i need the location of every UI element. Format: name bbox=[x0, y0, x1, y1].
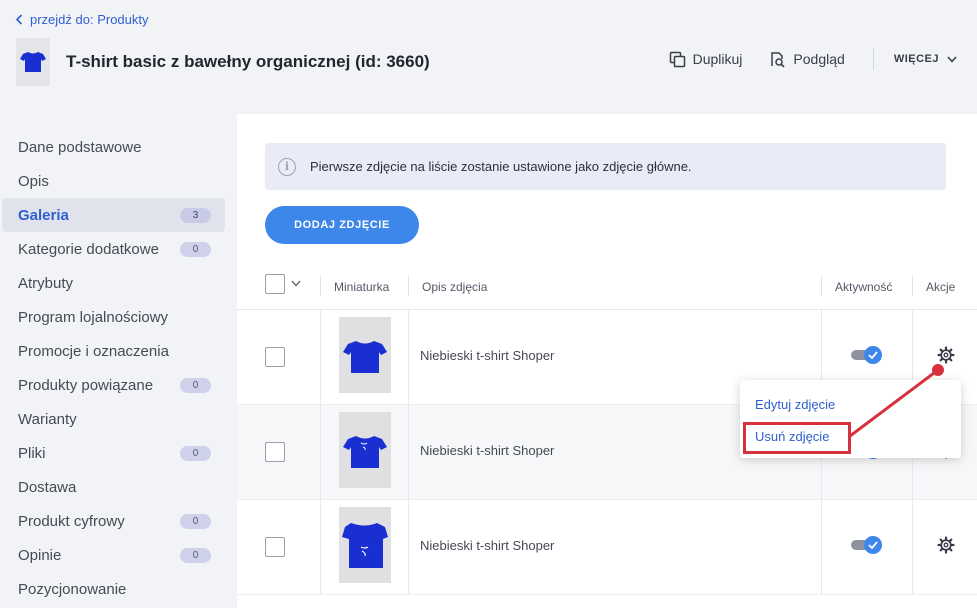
header-divider bbox=[912, 276, 913, 296]
column-description: Opis zdjęcia bbox=[422, 280, 488, 294]
sidebar-item-pliki[interactable]: Pliki 0 bbox=[2, 436, 225, 470]
column-activity: Aktywność bbox=[835, 280, 893, 294]
count-badge: 0 bbox=[180, 377, 211, 393]
chevron-down-icon bbox=[947, 56, 957, 63]
gear-icon[interactable] bbox=[937, 536, 955, 554]
more-menu-button[interactable]: WIĘCEJ bbox=[894, 53, 957, 65]
column-actions: Akcje bbox=[926, 280, 956, 294]
duplicate-icon bbox=[669, 51, 685, 67]
column-divider bbox=[320, 310, 321, 404]
photo-thumbnail[interactable] bbox=[339, 507, 391, 583]
row-checkbox[interactable] bbox=[265, 347, 285, 367]
active-toggle[interactable] bbox=[851, 346, 883, 364]
sidebar-item-kategorie-dodatkowe[interactable]: Kategorie dodatkowe 0 bbox=[2, 232, 225, 266]
sidebar-item-label: Dane podstawowe bbox=[18, 138, 142, 156]
info-text: Pierwsze zdjęcie na liście zostanie usta… bbox=[310, 159, 692, 174]
select-all-checkbox[interactable] bbox=[265, 274, 285, 294]
highlight-box bbox=[743, 422, 851, 454]
sidebar-item-promocje[interactable]: Promocje i oznaczenia bbox=[2, 334, 225, 368]
check-icon bbox=[868, 541, 878, 549]
preview-icon bbox=[771, 51, 785, 68]
sidebar-item-label: Produkty powiązane bbox=[18, 376, 154, 394]
sidebar-item-label: Pliki bbox=[18, 444, 46, 462]
edit-photo-menu-item[interactable]: Edytuj zdjęcie bbox=[755, 397, 835, 412]
sidebar-nav: Dane podstawowe Opis Galeria 3 Kategorie … bbox=[0, 130, 225, 606]
header-actions: Duplikuj Podgląd WIĘCEJ bbox=[669, 48, 957, 70]
sidebar-item-label: Kategorie dodatkowe bbox=[18, 240, 159, 258]
add-photo-button[interactable]: DODAJ ZDJĘCIE bbox=[265, 206, 419, 244]
page-title: T-shirt basic z bawełny organicznej (id:… bbox=[66, 52, 430, 71]
photo-thumbnail[interactable] bbox=[339, 412, 391, 488]
sidebar-item-label: Galeria bbox=[18, 206, 69, 224]
sidebar-item-opis[interactable]: Opis bbox=[2, 164, 225, 198]
count-badge: 0 bbox=[180, 445, 211, 461]
sidebar-item-dane-podstawowe[interactable]: Dane podstawowe bbox=[2, 130, 225, 164]
gear-icon[interactable] bbox=[937, 346, 955, 364]
count-badge: 0 bbox=[180, 241, 211, 257]
product-thumbnail bbox=[16, 38, 50, 86]
column-divider bbox=[408, 405, 409, 499]
row-checkbox[interactable] bbox=[265, 537, 285, 557]
more-label: WIĘCEJ bbox=[893, 53, 939, 65]
duplicate-button[interactable]: Duplikuj bbox=[669, 51, 743, 68]
sidebar-item-label: Warianty bbox=[18, 410, 77, 428]
preview-label: Podgląd bbox=[793, 51, 845, 67]
active-toggle[interactable] bbox=[851, 536, 883, 554]
sidebar-item-label: Program lojalnościowy bbox=[18, 308, 169, 326]
column-divider bbox=[912, 500, 913, 594]
photo-description: Niebieski t-shirt Shoper bbox=[420, 443, 555, 458]
count-badge: 0 bbox=[180, 513, 211, 529]
sidebar-item-label: Dostawa bbox=[18, 478, 77, 496]
preview-button[interactable]: Podgląd bbox=[769, 51, 845, 68]
sidebar-item-label: Opis bbox=[18, 172, 49, 190]
sidebar-item-warianty[interactable]: Warianty bbox=[2, 402, 225, 436]
header-divider bbox=[408, 276, 409, 296]
header-divider bbox=[821, 276, 822, 296]
header-divider bbox=[872, 48, 874, 70]
sidebar-item-opinie[interactable]: Opinie 0 bbox=[2, 538, 225, 572]
sidebar-item-produkt-cyfrowy[interactable]: Produkt cyfrowy 0 bbox=[2, 504, 225, 538]
sidebar-item-produkty-powiazane[interactable]: Produkty powiązane 0 bbox=[2, 368, 225, 402]
gallery-panel: i Pierwsze zdjęcie na liście zostanie us… bbox=[237, 114, 977, 608]
sidebar-item-pozycjonowanie[interactable]: Pozycjonowanie bbox=[2, 572, 225, 606]
check-icon bbox=[868, 351, 878, 359]
count-badge: 3 bbox=[180, 207, 211, 223]
sidebar-item-atrybuty[interactable]: Atrybuty bbox=[2, 266, 225, 300]
column-thumbnail: Miniaturka bbox=[334, 280, 390, 294]
table-row: Niebieski t-shirt Shoper bbox=[237, 500, 977, 595]
column-divider bbox=[320, 405, 321, 499]
sidebar-item-label: Atrybuty bbox=[18, 274, 74, 292]
sidebar-item-galeria[interactable]: Galeria 3 bbox=[2, 198, 225, 232]
chevron-down-icon[interactable] bbox=[291, 280, 301, 287]
column-divider bbox=[408, 310, 409, 404]
back-link-label: przejdź do: Produkty bbox=[30, 12, 149, 27]
photo-description: Niebieski t-shirt Shoper bbox=[420, 348, 555, 363]
sidebar-item-label: Produkt cyfrowy bbox=[18, 512, 125, 530]
column-divider bbox=[408, 500, 409, 594]
table-header: Miniaturka Opis zdjęcia Aktywność Akcje bbox=[237, 268, 977, 310]
sidebar-item-label: Pozycjonowanie bbox=[18, 580, 127, 598]
duplicate-label: Duplikuj bbox=[692, 51, 743, 67]
photo-description: Niebieski t-shirt Shoper bbox=[420, 538, 555, 553]
sidebar-item-label: Promocje i oznaczenia bbox=[18, 342, 169, 360]
sidebar-item-label: Opinie bbox=[18, 546, 62, 564]
sidebar-item-dostawa[interactable]: Dostawa bbox=[2, 470, 225, 504]
sidebar-item-program-lojalnosciowy[interactable]: Program lojalnościowy bbox=[2, 300, 225, 334]
column-divider bbox=[821, 500, 822, 594]
column-divider bbox=[320, 500, 321, 594]
info-icon: i bbox=[278, 157, 296, 176]
row-checkbox[interactable] bbox=[265, 442, 285, 462]
back-link[interactable]: przejdź do: Produkty bbox=[15, 12, 149, 27]
info-banner: i Pierwsze zdjęcie na liście zostanie us… bbox=[265, 143, 946, 190]
photo-thumbnail[interactable] bbox=[339, 317, 391, 393]
count-badge: 0 bbox=[180, 547, 211, 563]
header-divider bbox=[320, 276, 321, 296]
chevron-left-icon bbox=[15, 14, 23, 25]
